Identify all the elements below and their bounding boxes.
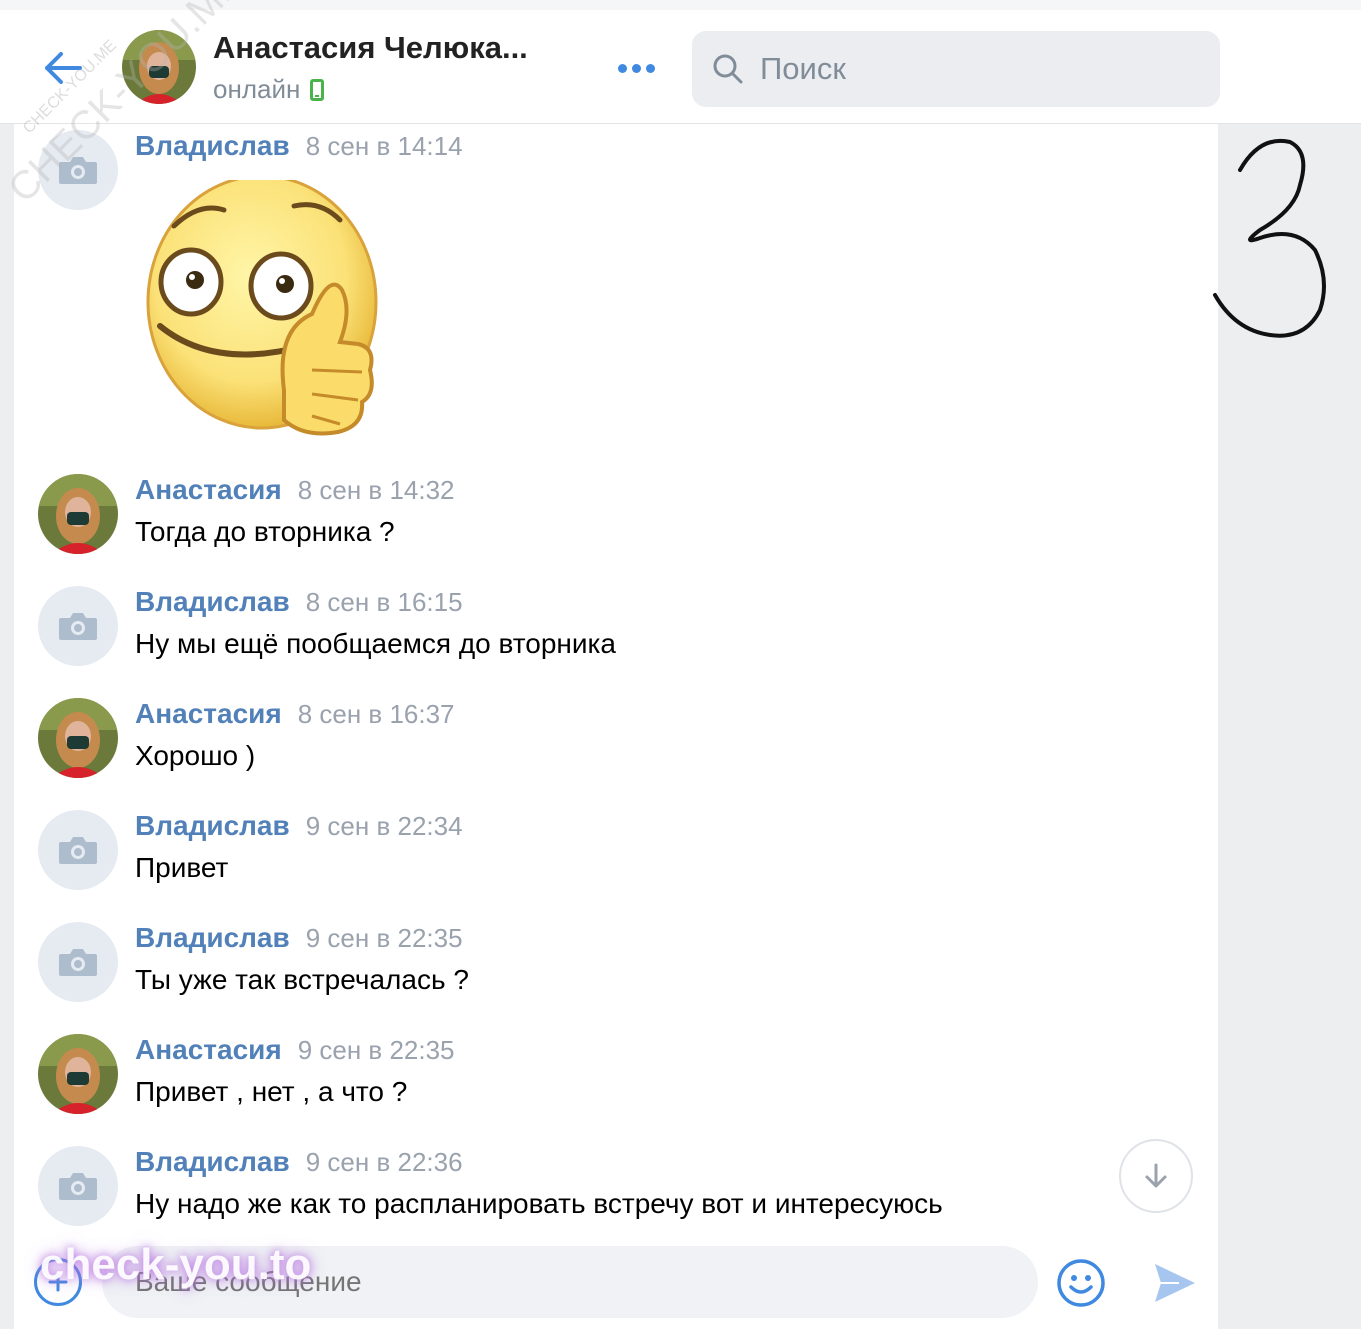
author-name[interactable]: Анастасия: [135, 474, 282, 506]
message-text: Привет: [135, 852, 229, 883]
message-time[interactable]: 8 сен в 14:32: [298, 475, 455, 506]
message-meta: Анастасия 9 сен в 22:35: [135, 1034, 455, 1066]
author-avatar[interactable]: [38, 586, 118, 666]
more-options-button[interactable]: [612, 56, 660, 80]
author-avatar[interactable]: [38, 130, 118, 210]
message-time[interactable]: 9 сен в 22:36: [306, 1147, 463, 1178]
thumbs-up-smiley-sticker[interactable]: [144, 180, 384, 438]
message-meta: Владислав 8 сен в 16:15: [135, 586, 463, 618]
message-meta: Владислав 9 сен в 22:34: [135, 810, 463, 842]
camera-icon: [59, 837, 97, 864]
camera-icon: [59, 613, 97, 640]
message-meta: Анастасия 8 сен в 16:37: [135, 698, 455, 730]
scroll-to-bottom-button[interactable]: [1119, 1139, 1193, 1213]
author-avatar[interactable]: [38, 922, 118, 1002]
mobile-icon: [310, 78, 325, 101]
author-avatar[interactable]: [38, 698, 118, 778]
message-time[interactable]: 8 сен в 16:37: [298, 699, 455, 730]
chat-header: Анастасия Челюка... онлайн Поиск: [0, 10, 1361, 124]
author-name[interactable]: Анастасия: [135, 698, 282, 730]
send-icon[interactable]: [1149, 1258, 1199, 1308]
message-text: Ну надо же как то распланировать встречу…: [135, 1188, 943, 1219]
contact-name[interactable]: Анастасия Челюка...: [213, 30, 583, 66]
smile-icon[interactable]: [1056, 1258, 1106, 1308]
message-text: Ну мы ещё пообщаемся до вторника: [135, 628, 616, 659]
contact-avatar[interactable]: [122, 30, 196, 104]
camera-icon: [59, 157, 97, 184]
message-time[interactable]: 8 сен в 16:15: [306, 587, 463, 618]
watermark-bottom: check-you.to: [40, 1240, 312, 1289]
author-name[interactable]: Анастасия: [135, 1034, 282, 1066]
camera-icon: [59, 1173, 97, 1200]
status-text: онлайн: [213, 74, 301, 104]
message-time[interactable]: 9 сен в 22:35: [298, 1035, 455, 1066]
author-avatar[interactable]: [38, 1146, 118, 1226]
author-name[interactable]: Владислав: [135, 810, 290, 842]
author-avatar[interactable]: [38, 1034, 118, 1114]
message-time[interactable]: 9 сен в 22:35: [306, 923, 463, 954]
top-strip: [0, 0, 1361, 10]
author-name[interactable]: Владислав: [135, 586, 290, 618]
message-text: Тогда до вторника ?: [135, 516, 395, 547]
message-time[interactable]: 8 сен в 14:14: [306, 131, 463, 162]
contact-status: онлайн: [213, 74, 325, 105]
search-icon: [713, 54, 743, 84]
message-meta: Владислав 9 сен в 22:36: [135, 1146, 463, 1178]
author-name[interactable]: Владислав: [135, 922, 290, 954]
author-avatar[interactable]: [38, 810, 118, 890]
message-text: Ты уже так встречалась ?: [135, 964, 469, 995]
message-text: Хорошо ): [135, 740, 256, 771]
message-history[interactable]: Владислав 8 сен в 14:14 Анастасия 8 сен …: [14, 124, 1218, 1329]
dot-icon: [645, 63, 655, 73]
author-avatar[interactable]: [38, 474, 118, 554]
arrow-down-icon: [1145, 1163, 1167, 1188]
message-meta: Анастасия 8 сен в 14:32: [135, 474, 455, 506]
search-input[interactable]: Поиск: [692, 31, 1220, 107]
author-name[interactable]: Владислав: [135, 1146, 290, 1178]
camera-icon: [59, 949, 97, 976]
author-name[interactable]: Владислав: [135, 130, 290, 162]
search-placeholder: Поиск: [760, 51, 846, 86]
dot-icon: [631, 63, 641, 73]
handwritten-number-mark: [1213, 138, 1326, 338]
message-text: Привет , нет , а что ?: [135, 1076, 408, 1107]
message-meta: Владислав 8 сен в 14:14: [135, 130, 463, 162]
message-time[interactable]: 9 сен в 22:34: [306, 811, 463, 842]
left-gutter: [0, 10, 14, 1329]
back-button[interactable]: [38, 46, 88, 90]
arrow-left-icon: [45, 52, 82, 84]
dot-icon: [617, 63, 627, 73]
message-meta: Владислав 9 сен в 22:35: [135, 922, 463, 954]
